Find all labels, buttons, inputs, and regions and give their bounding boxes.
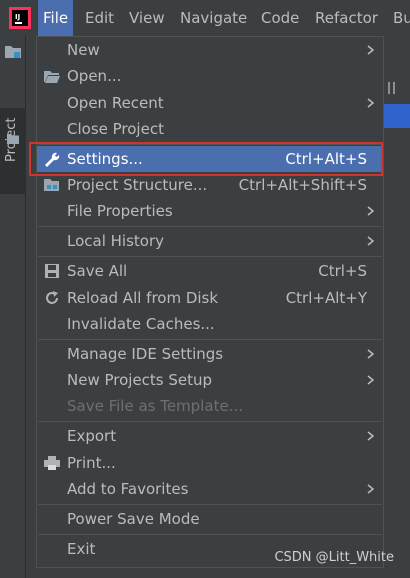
selected-tree-row xyxy=(384,104,410,128)
menu-item-label: Reload All from Disk xyxy=(67,289,219,307)
menu-item-invalidate-caches[interactable]: Invalidate Caches... xyxy=(37,311,383,337)
menu-item-label: New Projects Setup xyxy=(67,371,213,389)
file-menu-dropdown: New Open... Open Recent Close Project Se… xyxy=(29,36,384,568)
menu-item-power-save-mode[interactable]: Power Save Mode xyxy=(37,506,383,532)
intellij-logo-icon: IJ xyxy=(9,7,31,29)
submenu-arrow-icon xyxy=(367,98,375,108)
menu-item-label: Print... xyxy=(67,454,116,472)
menu-item-open[interactable]: Open... xyxy=(37,63,383,89)
menu-item-label: Local History xyxy=(67,232,165,250)
menu-item-label: Invalidate Caches... xyxy=(67,315,215,333)
reload-icon xyxy=(46,291,58,304)
wrench-icon xyxy=(45,152,60,167)
menu-code[interactable]: Code xyxy=(256,0,304,36)
menu-item-shortcut: Ctrl+S xyxy=(318,262,367,280)
menu-item-manage-ide-settings[interactable]: Manage IDE Settings xyxy=(37,341,383,367)
menu-item-shortcut: Ctrl+Alt+Y xyxy=(285,289,367,307)
submenu-arrow-icon xyxy=(367,45,375,55)
menu-separator xyxy=(38,144,382,145)
menu-edit[interactable]: Edit xyxy=(80,0,119,36)
menu-item-label: Manage IDE Settings xyxy=(67,345,224,363)
save-icon xyxy=(45,264,59,278)
menu-item-label: Export xyxy=(67,427,117,445)
menu-item-settings[interactable]: Settings... Ctrl+Alt+S xyxy=(29,142,383,176)
menu-file[interactable]: File xyxy=(38,0,74,36)
menu-separator xyxy=(38,256,382,257)
menu-navigate[interactable]: Navigate xyxy=(175,0,252,36)
submenu-arrow-icon xyxy=(367,206,375,216)
project-folder-icon xyxy=(7,134,19,144)
menu-item-project-structure[interactable]: Project Structure... Ctrl+Alt+Shift+S xyxy=(37,172,383,198)
menu-bar: IJ File Edit View Navigate Code Refactor… xyxy=(0,0,410,36)
svg-text:IJ: IJ xyxy=(15,13,20,21)
open-folder-icon xyxy=(44,71,60,83)
menu-item-label: Open... xyxy=(67,67,122,85)
menu-separator xyxy=(38,534,382,535)
menu-separator xyxy=(38,504,382,505)
menu-build[interactable]: Bu xyxy=(388,0,410,36)
menu-item-label: Project Structure... xyxy=(67,176,208,194)
menu-item-label: File Properties xyxy=(67,202,173,220)
menu-item-file-properties[interactable]: File Properties xyxy=(37,198,383,224)
project-structure-icon xyxy=(44,179,59,191)
menu-separator xyxy=(38,339,382,340)
menu-item-save-all[interactable]: Save All Ctrl+S xyxy=(37,258,383,284)
menu-item-print[interactable]: Print... xyxy=(37,450,383,476)
menu-item-label: Add to Favorites xyxy=(67,480,189,498)
toolbar-divider-icon xyxy=(388,82,395,94)
submenu-arrow-icon xyxy=(367,349,375,359)
menu-item-save-file-as-template: Save File as Template... xyxy=(37,393,383,419)
menu-item-local-history[interactable]: Local History xyxy=(37,228,383,254)
printer-icon xyxy=(44,456,60,470)
submenu-arrow-icon xyxy=(367,236,375,246)
menu-item-label: Close Project xyxy=(67,120,164,138)
folder-icon[interactable] xyxy=(5,44,21,58)
menu-item-close-project[interactable]: Close Project xyxy=(37,116,383,142)
menu-item-shortcut: Ctrl+Alt+S xyxy=(285,150,367,168)
tool-window-strip: Project xyxy=(0,36,26,578)
menu-view[interactable]: View xyxy=(124,0,170,36)
menu-item-label: Save File as Template... xyxy=(67,397,243,415)
submenu-arrow-icon xyxy=(367,431,375,441)
menu-item-label: Open Recent xyxy=(67,94,164,112)
menu-item-label: Settings... xyxy=(67,150,143,168)
menu-item-reload-all[interactable]: Reload All from Disk Ctrl+Alt+Y xyxy=(37,285,383,311)
menu-item-add-to-favorites[interactable]: Add to Favorites xyxy=(37,476,383,502)
menu-item-new[interactable]: New xyxy=(37,37,383,63)
menu-separator xyxy=(38,421,382,422)
watermark-text: CSDN @Litt_White xyxy=(274,550,394,565)
menu-item-new-projects-setup[interactable]: New Projects Setup xyxy=(37,367,383,393)
submenu-arrow-icon xyxy=(367,375,375,385)
menu-item-export[interactable]: Export xyxy=(37,423,383,449)
menu-item-label: Power Save Mode xyxy=(67,510,200,528)
menu-item-open-recent[interactable]: Open Recent xyxy=(37,90,383,116)
menu-refactor[interactable]: Refactor xyxy=(310,0,383,36)
menu-item-label: Save All xyxy=(67,262,128,280)
submenu-arrow-icon xyxy=(367,484,375,494)
menu-item-label: Exit xyxy=(67,540,96,558)
menu-item-label: New xyxy=(67,41,100,59)
menu-separator xyxy=(38,226,382,227)
menu-item-shortcut: Ctrl+Alt+Shift+S xyxy=(238,176,367,194)
